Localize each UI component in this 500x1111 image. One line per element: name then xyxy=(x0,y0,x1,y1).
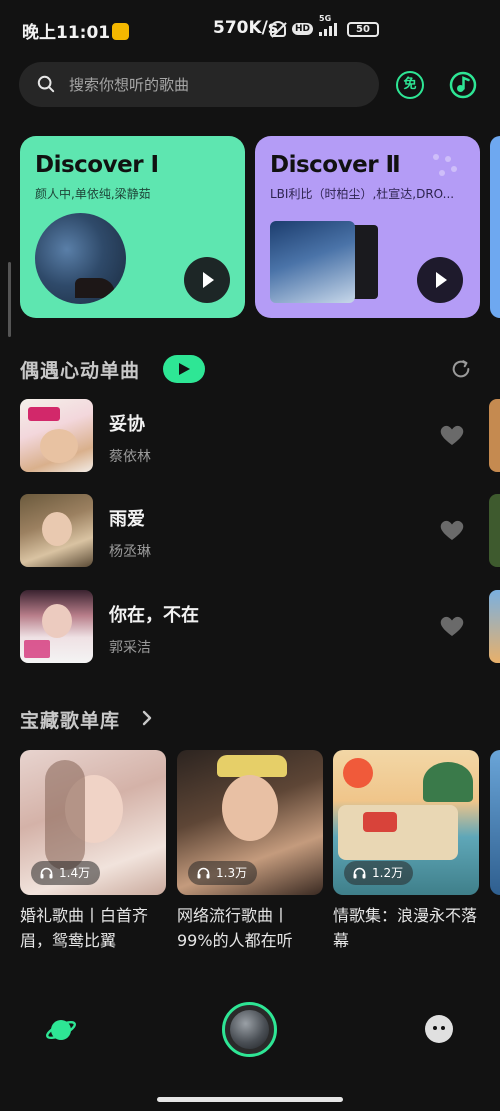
signal-icon: 5G xyxy=(319,14,338,36)
playlist-name: 情歌集：浪漫永不落幕 xyxy=(333,906,478,950)
heart-icon[interactable] xyxy=(439,614,465,638)
song-title: 妥协 xyxy=(109,414,145,435)
playlist-cover: 1.2万 xyxy=(333,750,479,895)
discover-cover xyxy=(35,213,126,304)
scroll-indicator xyxy=(8,262,11,337)
song-artist: 杨丞琳 xyxy=(109,544,151,560)
play-count-badge: 1.3万 xyxy=(188,861,258,885)
headphones-icon xyxy=(197,867,210,879)
discover-artists: LBI利比（时柏尘）,杜宣达,DRO... xyxy=(270,187,455,201)
now-playing-button[interactable] xyxy=(222,1002,277,1057)
play-count-badge: 1.4万 xyxy=(31,861,101,885)
refresh-icon[interactable] xyxy=(450,358,472,380)
sparkle-icon xyxy=(433,154,457,176)
discover-card-3[interactable] xyxy=(490,136,500,318)
playlist-name: 网络流行歌曲丨99%的人都在听 xyxy=(177,906,293,950)
battery-indicator: 50 xyxy=(347,21,380,37)
heart-icon[interactable] xyxy=(439,518,465,542)
song-cover-peek xyxy=(489,494,500,567)
planet-icon[interactable] xyxy=(46,1015,76,1045)
song-cover xyxy=(20,590,93,663)
song-title: 雨爱 xyxy=(109,509,145,530)
face-icon[interactable] xyxy=(425,1015,453,1043)
discover-card-1[interactable]: Discover Ⅰ 颜人中,单依纯,梁静茹 xyxy=(20,136,245,318)
song-cover xyxy=(20,399,93,472)
song-artist: 郭采洁 xyxy=(109,640,151,656)
mute-bell-icon xyxy=(270,21,286,37)
chevron-right-icon[interactable] xyxy=(140,709,154,727)
search-input[interactable] xyxy=(69,62,369,107)
playlist-card-peek[interactable] xyxy=(490,750,500,895)
discover-title: Discover Ⅱ xyxy=(270,152,401,178)
play-icon xyxy=(436,272,447,288)
discover-card-2[interactable]: Discover Ⅱ LBI利比（时柏尘）,杜宣达,DRO... xyxy=(255,136,480,318)
headphones-icon xyxy=(353,867,366,879)
free-mode-button[interactable]: 免 xyxy=(396,71,424,99)
song-artist: 蔡依林 xyxy=(109,449,151,465)
network-speed: 570K/s xyxy=(213,18,278,38)
play-count-badge: 1.2万 xyxy=(344,861,414,885)
music-note-icon[interactable] xyxy=(449,71,477,99)
status-time: 晚上11:01 xyxy=(22,23,111,43)
playlists-title[interactable]: 宝藏歌单库 xyxy=(20,706,120,733)
play-button[interactable] xyxy=(184,257,230,303)
play-count: 1.4万 xyxy=(59,866,91,880)
song-cover-peek xyxy=(489,399,500,472)
play-count: 1.2万 xyxy=(372,866,404,880)
notification-app-icon xyxy=(112,23,130,40)
playlist-cover: 1.3万 xyxy=(177,750,323,895)
status-bar: 晚上11:01 570K/s HD 5G 50 xyxy=(0,0,500,60)
discover-artists: 颜人中,单依纯,梁静茹 xyxy=(35,187,151,201)
song-cover-peek xyxy=(489,590,500,663)
home-indicator[interactable] xyxy=(157,1097,343,1102)
headphones-icon xyxy=(40,867,53,879)
daily-songs-title: 偶遇心动单曲 xyxy=(20,360,141,382)
discover-cover xyxy=(270,221,355,303)
play-button[interactable] xyxy=(417,257,463,303)
song-cover xyxy=(20,494,93,567)
now-playing-cover xyxy=(230,1010,269,1049)
discover-title: Discover Ⅰ xyxy=(35,152,159,178)
hd-badge: HD xyxy=(292,23,314,35)
network-type: 5G xyxy=(319,14,332,23)
song-title: 你在，不在 xyxy=(109,605,199,626)
search-bar[interactable] xyxy=(19,62,379,107)
playlist-name: 婚礼歌曲丨白首齐眉，鸳鸯比翼 xyxy=(20,906,149,950)
play-icon xyxy=(203,272,214,288)
heart-icon[interactable] xyxy=(439,423,465,447)
play-count: 1.3万 xyxy=(216,866,248,880)
playlist-cover: 1.4万 xyxy=(20,750,166,895)
play-all-button[interactable] xyxy=(163,355,205,383)
search-icon xyxy=(37,75,55,93)
